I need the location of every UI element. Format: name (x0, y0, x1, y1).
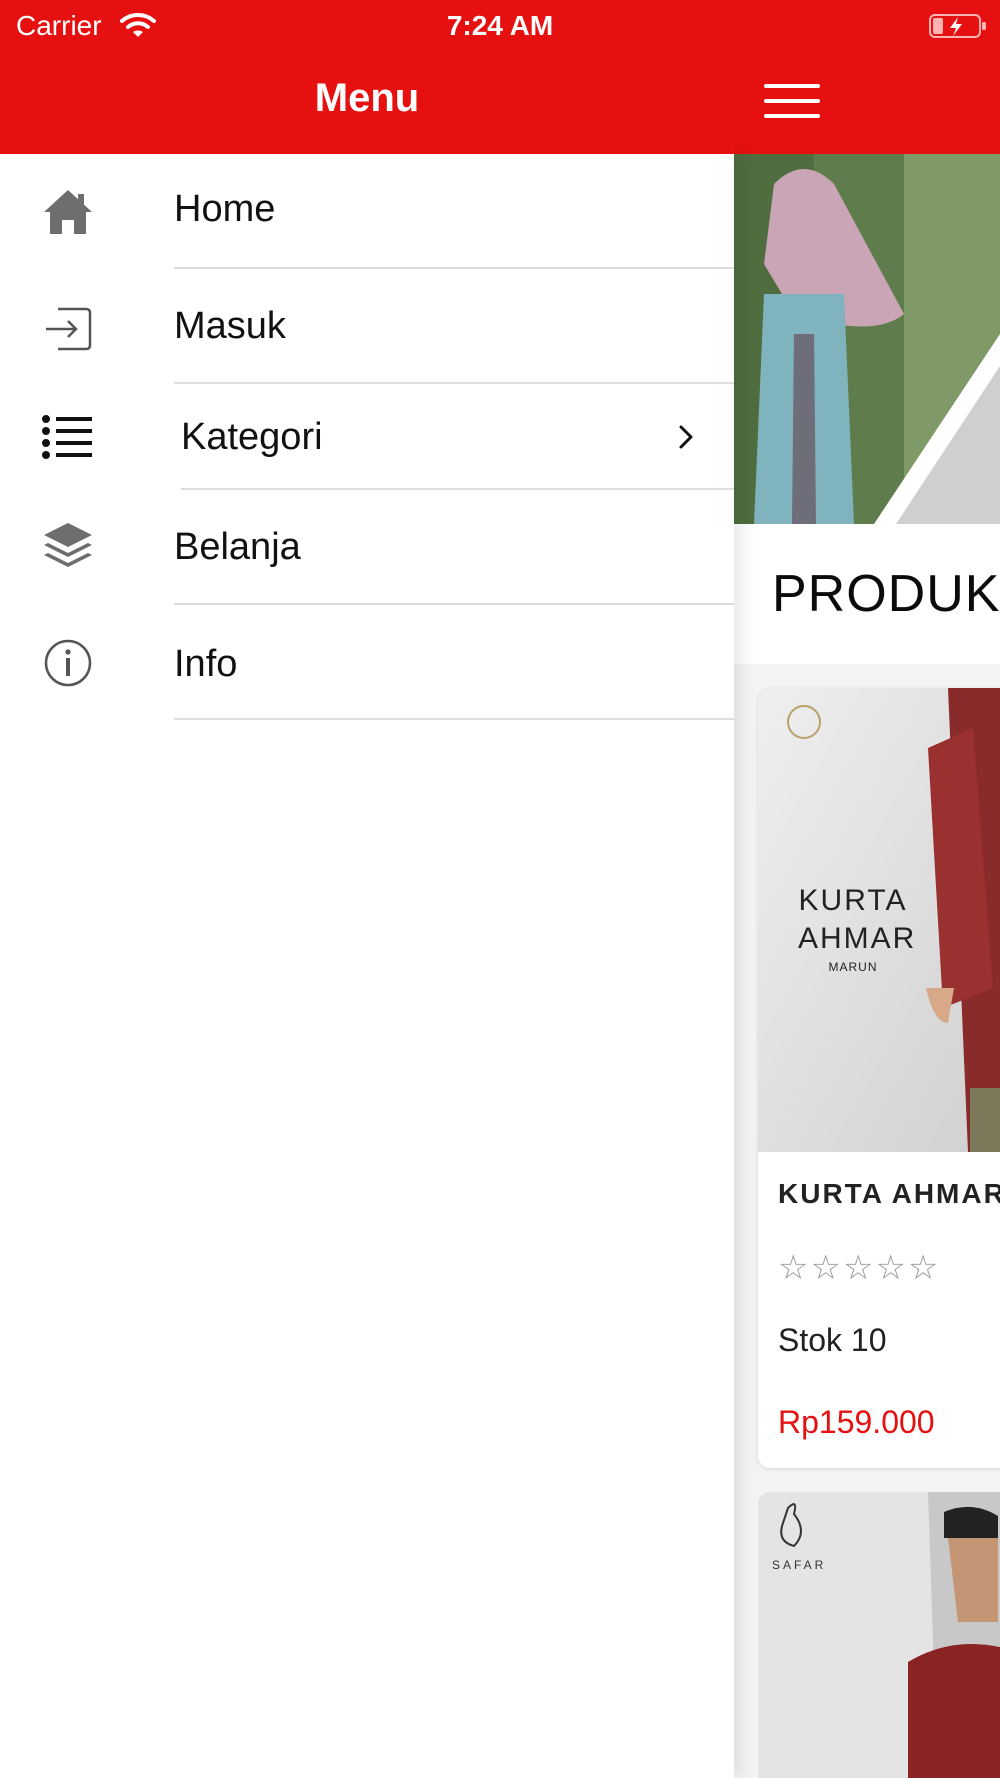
menu-item-home[interactable]: Home (0, 154, 734, 269)
status-bar: Carrier 7:24 AM (0, 0, 1000, 52)
menu-item-label: Belanja (174, 526, 301, 568)
product-card[interactable]: SAFAR (758, 1492, 1000, 1778)
brand-logo-text: SAFAR (772, 1558, 827, 1572)
section-title: PRODUK (772, 565, 1000, 623)
product-image-title-line2: AHMAR (798, 922, 917, 955)
layers-icon (40, 519, 96, 575)
rating-stars: ☆☆☆☆☆ (778, 1249, 941, 1287)
info-icon (40, 635, 96, 691)
battery-charging-icon (928, 12, 988, 45)
product-image: KURTA AHMAR MARUN (758, 688, 1000, 1152)
home-icon (40, 184, 96, 240)
menu-item-label: Home (174, 188, 276, 230)
product-image-subtitle: MARUN (828, 960, 878, 974)
product-card[interactable]: KURTA AHMAR MARUN KURTA AHMAR ☆☆☆☆☆ Stok… (758, 688, 1000, 1468)
menu-title: Menu (314, 76, 420, 120)
hamburger-line (764, 84, 820, 88)
list-icon (40, 409, 96, 465)
clock: 7:24 AM (446, 10, 554, 41)
product-price: Rp159.000 (778, 1404, 935, 1440)
hamburger-menu-button[interactable] (764, 84, 820, 120)
divider (174, 718, 734, 720)
product-image-title-line1: KURTA (798, 884, 908, 917)
hamburger-line (764, 99, 820, 103)
side-menu: Home Masuk Kategori Belanja Info (0, 154, 734, 1778)
login-icon (40, 301, 96, 357)
product-stock: Stok 10 (778, 1322, 887, 1358)
menu-item-belanja[interactable]: Belanja (0, 490, 734, 605)
menu-item-info[interactable]: Info (0, 605, 734, 720)
products-section-header: PRODUK (734, 524, 1000, 664)
menu-item-label: Masuk (174, 305, 286, 347)
menu-item-label: Kategori (181, 416, 323, 458)
menu-item-kategori[interactable]: Kategori (0, 384, 734, 490)
menu-item-label: Info (174, 643, 238, 685)
main-content: PRODUK KURTA AHMAR MARUN KURTA AHMAR ☆☆☆… (734, 154, 1000, 1778)
menu-item-masuk[interactable]: Masuk (0, 269, 734, 384)
product-image-title: KURTA AHMAR MARUN (798, 882, 917, 976)
hamburger-line (764, 114, 820, 118)
promo-banner-image[interactable] (734, 154, 1000, 524)
chevron-right-icon (674, 422, 698, 452)
product-name: KURTA AHMAR (778, 1178, 1000, 1209)
